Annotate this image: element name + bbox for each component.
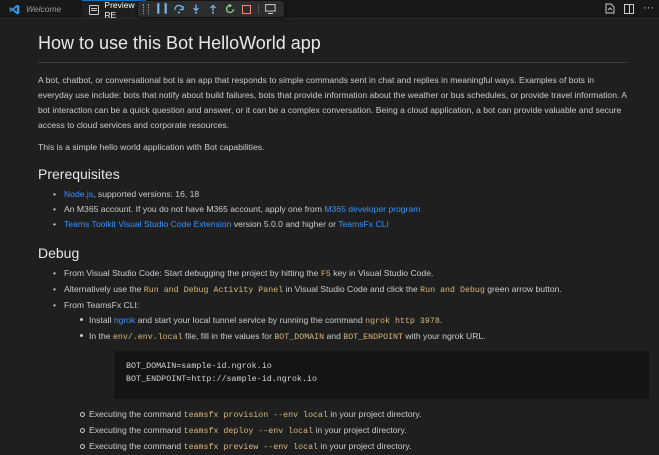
- list-text: in Visual Studio Code and click the: [283, 284, 421, 294]
- list-text: and: [324, 331, 344, 341]
- markdown-preview: How to use this Bot HelloWorld app A bot…: [38, 20, 649, 455]
- code-block: BOT_DOMAIN=sample-id.ngrok.io BOT_ENDPOI…: [114, 351, 649, 399]
- debug-list: From Visual Studio Code: Start debugging…: [38, 266, 649, 455]
- list-text: An M365 account. If you do not have M365…: [64, 204, 325, 214]
- teamsfx-cli-link[interactable]: TeamsFx CLI: [338, 219, 389, 229]
- split-editor-icon[interactable]: [624, 4, 634, 14]
- list-text: key in Visual Studio Code.: [330, 268, 434, 278]
- teams-toolkit-link[interactable]: Teams Toolkit Visual Studio Code Extensi…: [64, 219, 231, 229]
- list-text: in your project directory.: [318, 441, 412, 451]
- list-text: with your ngrok URL.: [403, 331, 486, 341]
- inline-code: teamsfx provision --env local: [183, 411, 328, 420]
- list-text: Executing the command: [89, 425, 184, 435]
- step-out-button[interactable]: [204, 2, 221, 16]
- list-text: in your project directory.: [327, 409, 422, 419]
- debug-heading: Debug: [38, 245, 80, 261]
- list-item: An M365 account. If you do not have M365…: [38, 202, 628, 217]
- step-over-icon: [173, 4, 184, 14]
- list-text: In the: [89, 331, 113, 341]
- step-into-icon: [192, 4, 199, 14]
- intro-paragraph-2: This is a simple hello world application…: [38, 142, 265, 152]
- stop-icon: [242, 4, 251, 14]
- list-item: Node.js, supported versions: 16, 18: [38, 187, 628, 202]
- inline-code: BOT_DOMAIN: [274, 333, 325, 342]
- list-item: Executing the command teamsfx preview --…: [64, 439, 628, 455]
- restart-button[interactable]: [221, 2, 238, 16]
- list-item: In the env/.env.local file, fill in the …: [64, 329, 628, 345]
- cli-steps-list: Install ngrok and start your local tunne…: [64, 313, 628, 345]
- step-over-button[interactable]: [170, 2, 187, 16]
- drag-handle-icon[interactable]: [143, 4, 149, 14]
- editor-actions: ···: [605, 3, 654, 14]
- inline-code: teamsfx deploy --env local: [183, 427, 314, 436]
- restart-icon: [225, 4, 234, 14]
- pause-button[interactable]: ❙❙: [153, 2, 170, 16]
- list-text: Alternatively use the: [64, 284, 144, 294]
- open-source-icon[interactable]: [605, 3, 615, 14]
- tab-welcome[interactable]: Welcome: [4, 0, 82, 18]
- inline-code: teamsfx preview --env local: [183, 443, 319, 452]
- list-item: Executing the command teamsfx provision …: [64, 407, 628, 423]
- code-line: BOT_ENDPOINT=http://sample-id.ngrok.io: [126, 374, 317, 384]
- list-text: , supported versions: 16, 18: [93, 189, 200, 199]
- list-item: From TeamsFx CLI: Install ngrok and star…: [38, 298, 649, 455]
- list-item: Install ngrok and start your local tunne…: [64, 313, 628, 329]
- ngrok-link[interactable]: ngrok: [114, 315, 136, 325]
- list-text: Install: [89, 315, 114, 325]
- list-text: version 5.0.0 and higher or: [231, 219, 339, 229]
- list-item: From Visual Studio Code: Start debugging…: [38, 266, 628, 282]
- toolbar-divider: [258, 4, 259, 14]
- inline-code: BOT_ENDPOINT: [343, 333, 403, 342]
- inline-code: ngrok http 3978: [365, 317, 440, 326]
- stop-button[interactable]: [238, 2, 255, 16]
- inline-code: Run and Debug Activity Panel: [143, 286, 284, 295]
- intro-paragraph: A bot, chatbot, or conversational bot is…: [38, 75, 627, 130]
- inline-code: env/.env.local: [112, 333, 183, 342]
- page-title: How to use this Bot HelloWorld app: [38, 32, 628, 63]
- edit-debug-icon: [265, 4, 276, 14]
- vscode-logo-icon: [9, 4, 20, 14]
- list-text: From TeamsFx CLI:: [64, 300, 140, 310]
- list-text: in your project directory.: [313, 425, 407, 435]
- tab-preview-readme[interactable]: Preview RE: [82, 0, 146, 20]
- preview-icon: [89, 4, 100, 15]
- debug-toolbar: ❙❙: [138, 1, 284, 17]
- list-text: file, fill in the values for: [182, 331, 275, 341]
- more-actions-icon[interactable]: ···: [643, 3, 654, 14]
- code-line: BOT_DOMAIN=sample-id.ngrok.io: [126, 361, 272, 371]
- debug-config-button[interactable]: [262, 2, 279, 16]
- list-item: Alternatively use the Run and Debug Acti…: [38, 282, 628, 298]
- list-text: Executing the command: [89, 441, 184, 451]
- cli-commands-list: Executing the command teamsfx provision …: [64, 407, 628, 455]
- list-text: .: [439, 315, 443, 325]
- tab-welcome-label: Welcome: [26, 4, 62, 14]
- list-text: Executing the command: [89, 409, 184, 419]
- prerequisites-heading: Prerequisites: [38, 166, 120, 182]
- list-text: and start your local tunnel service by r…: [135, 315, 366, 325]
- list-text: green arrow button.: [484, 284, 562, 294]
- nodejs-link[interactable]: Node.js: [64, 189, 93, 199]
- editor-tab-bar: Welcome Preview RE ❙❙ ···: [0, 0, 659, 20]
- list-text: From Visual Studio Code: Start debugging…: [64, 268, 321, 278]
- step-into-button[interactable]: [187, 2, 204, 16]
- m365-developer-program-link[interactable]: M365 developer program: [324, 204, 420, 214]
- list-item: Teams Toolkit Visual Studio Code Extensi…: [38, 217, 628, 232]
- step-out-icon: [209, 4, 216, 14]
- list-item: Executing the command teamsfx deploy --e…: [64, 423, 628, 439]
- prerequisites-list: Node.js, supported versions: 16, 18 An M…: [38, 187, 628, 232]
- inline-code: Run and Debug: [420, 286, 485, 295]
- inline-code: F5: [320, 270, 331, 279]
